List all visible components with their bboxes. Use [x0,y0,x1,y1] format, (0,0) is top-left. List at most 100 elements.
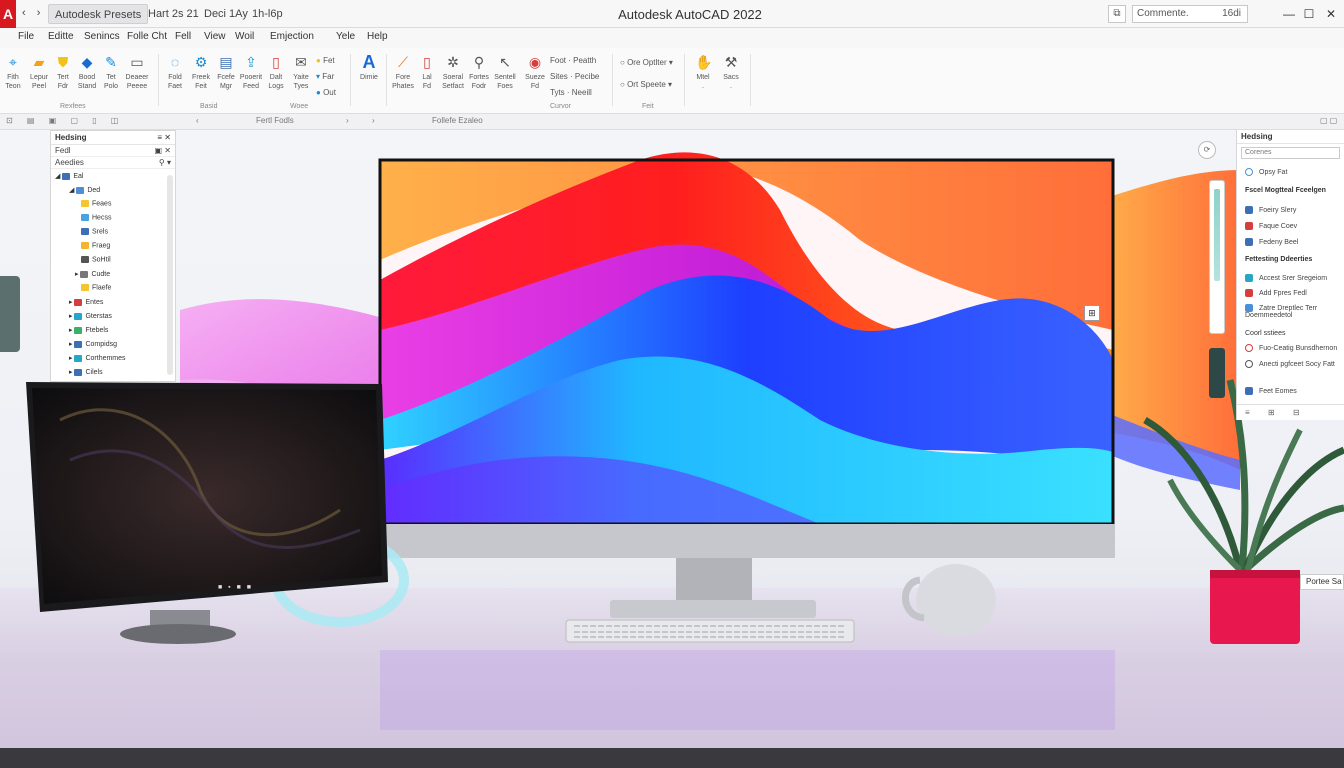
property-item[interactable]: Anecti pgfceet Socy Fatt [1245,360,1341,368]
footer-tag[interactable]: Portee Sa [1300,574,1344,590]
ribbon-button-17[interactable]: ⚲ Fortes Fodr [466,54,492,91]
menu-edit[interactable]: Editte [48,31,74,42]
ribbon-divider [158,54,159,106]
ribbon-button-12[interactable]: ✉ Yaite Tyes [288,54,314,91]
filter-field[interactable]: Aeedies ⚲ ▾ [51,157,175,169]
small-tool-2[interactable]: ▾ Far [316,72,334,81]
left-collapsed-panel[interactable] [0,276,20,352]
ribbon-button-5[interactable]: ✎ Tet Polo [98,54,124,91]
menu-yele[interactable]: Yele [336,31,355,42]
prev-arrow-icon[interactable]: ‹ [196,116,199,125]
tree-item[interactable]: ▸ Cilels [69,368,103,376]
subbar-icons[interactable]: ⊡ ▤ ▣ ▢ ▯ ◫ [6,116,124,125]
property-item[interactable]: Fuo-Ceatig Bunsdhernon [1245,344,1337,352]
file-tab-1[interactable]: Autodesk Presets [48,4,149,24]
tree-item[interactable]: Hecss [81,214,111,221]
tree-item[interactable]: Fraeg [81,242,110,249]
menu-view[interactable]: View [204,31,226,42]
ribbon-button-19[interactable]: ◉ Sueze Fd [522,54,548,91]
viewport-marker-icon[interactable]: ⊞ [1084,305,1100,321]
property-icon [1245,304,1253,312]
ribbon-button-4[interactable]: ◆ Bood Stand [74,54,100,91]
expand-icon[interactable]: ▢ ▢ [1320,116,1337,125]
subbar-label-1[interactable]: Fertl Fodls [256,116,294,125]
tree-item[interactable]: Feaes [81,200,111,207]
small-tool-4[interactable]: Foot · Peatth [550,56,596,65]
tree-item[interactable]: SoHtil [81,256,111,263]
ribbon-button-7[interactable]: ◌ Fold Faet [162,54,188,91]
dropdown-icon[interactable]: ⚲ ▾ [159,158,171,167]
ribbon-divider [386,54,387,106]
tree-item[interactable]: Srels [81,228,108,235]
ribbon-button-11[interactable]: ▯ Dalt Logs [263,54,289,91]
ribbon-button-21[interactable]: ⚒ Sacs . [718,54,744,91]
property-item[interactable]: Add Fpres Fedl [1245,289,1307,297]
property-item[interactable]: Fedeny Beel [1245,238,1298,246]
tree-item[interactable]: Flaefe [81,284,111,291]
tree-item[interactable]: ▸ Entes [69,298,103,306]
tree-item[interactable]: ▸ Gterstas [69,312,112,320]
window-icon[interactable]: ▣ ✕ [155,146,171,155]
share-icon[interactable]: ⧉ [1108,5,1126,23]
ribbon-button-6[interactable]: ▭ Deaeer Peeee [124,54,150,91]
panel-toolbar[interactable]: ≡ ⊞ ⊟ [1237,404,1344,420]
drawing-viewport[interactable]: ■ ▪ ■ ■ [0,130,1344,768]
subbar-label-2[interactable]: Follefe Ezaleo [432,116,483,125]
maximize-button[interactable]: ☐ [1300,4,1318,24]
back-forward-icon[interactable]: ‹ › [22,7,44,19]
ribbon-button-14[interactable]: ⟋ Fore Phates [390,54,416,91]
small-tool-7[interactable]: ○ Ore Optlter ▾ [620,58,673,67]
property-item[interactable]: Zatre Dreptlec Terr Doemmeedetol [1245,304,1341,319]
next-arrow-icon[interactable]: › [346,116,349,125]
minimize-button[interactable]: — [1280,4,1298,24]
property-item[interactable]: Feet Eomes [1245,387,1297,395]
small-tool-3[interactable]: ● Out [316,88,336,97]
tree-item[interactable]: ◢ Ded [69,186,100,194]
menu-file[interactable]: File [18,31,34,42]
ribbon-button-3[interactable]: ⛊ Tert Fdr [50,54,76,91]
property-item[interactable]: Opsy Fat [1245,168,1287,176]
ribbon-button-13[interactable]: A Dimie [356,53,382,82]
panel-close-icon[interactable]: ≡ ✕ [157,133,171,142]
menu-folder[interactable]: Folle Cht [127,31,167,42]
menu-settings[interactable]: Senincs [84,31,120,42]
file-tab-4[interactable]: 1h-l6p [246,4,289,24]
prev-arrow-icon[interactable]: › [372,116,375,125]
menu-emjection[interactable]: Emjection [270,31,314,42]
ribbon-button-20[interactable]: ✋ Mtel . [690,54,716,91]
file-tab-2[interactable]: Hart 2s 21 [142,4,205,24]
property-item[interactable]: Foeiry Slery [1245,206,1296,214]
zoom-slider[interactable] [1214,189,1220,281]
small-tool-8[interactable]: ○ Ort Speete ▾ [620,80,672,89]
ribbon-button-10[interactable]: ⇪ Pooerit Feed [238,54,264,91]
properties-search-field[interactable]: Corenes [1241,147,1340,159]
tree-item[interactable]: ▸ Ftebels [69,326,108,334]
ribbon-button-1[interactable]: ⌖ Fith Teon [0,54,26,91]
ribbon-button-15[interactable]: ▯ Lal Fd [414,54,440,91]
ribbon-button-18[interactable]: ↖ Sentell Foes [492,54,518,91]
navigation-bar[interactable] [1209,180,1225,334]
property-item[interactable]: Faque Coev [1245,222,1297,230]
property-item[interactable]: Accest Srer Sregeiom [1245,274,1327,282]
ribbon-button-2[interactable]: ▰ Lepur Peel [26,54,52,91]
tree-item[interactable]: ◢ Eal [55,172,83,180]
menu-fell[interactable]: Fell [175,31,191,42]
search-field[interactable]: Commente. 16di [1132,5,1248,23]
menu-woil[interactable]: Woil [235,31,254,42]
small-tool-5[interactable]: Sites · Pecibe [550,72,599,81]
tree-item[interactable]: ▸ Compidsg [69,340,117,348]
ribbon-button-9[interactable]: ▤ Fcefe Mgr [213,54,239,91]
ribbon-button-8[interactable]: ⚙ Freek Feit [188,54,214,91]
folder-field[interactable]: Fedl ▣ ✕ [51,145,175,157]
tree-item[interactable]: ▸ Corthemmes [69,354,126,362]
compass-icon[interactable]: ⟳ [1198,141,1216,159]
menu-help[interactable]: Help [367,31,388,42]
close-button[interactable]: ✕ [1322,4,1340,24]
autocad-logo-icon[interactable]: A [0,0,16,28]
tree-item[interactable]: ▸ Cudte [75,270,110,278]
small-tool-6[interactable]: Tyts · Neeill [550,88,592,97]
panel-scrollbar[interactable] [167,175,173,375]
navigation-wheel[interactable] [1209,348,1225,398]
small-tool-1[interactable]: ● Fet [316,56,335,65]
ribbon-button-16[interactable]: ✲ Soeral Setfact [440,54,466,91]
